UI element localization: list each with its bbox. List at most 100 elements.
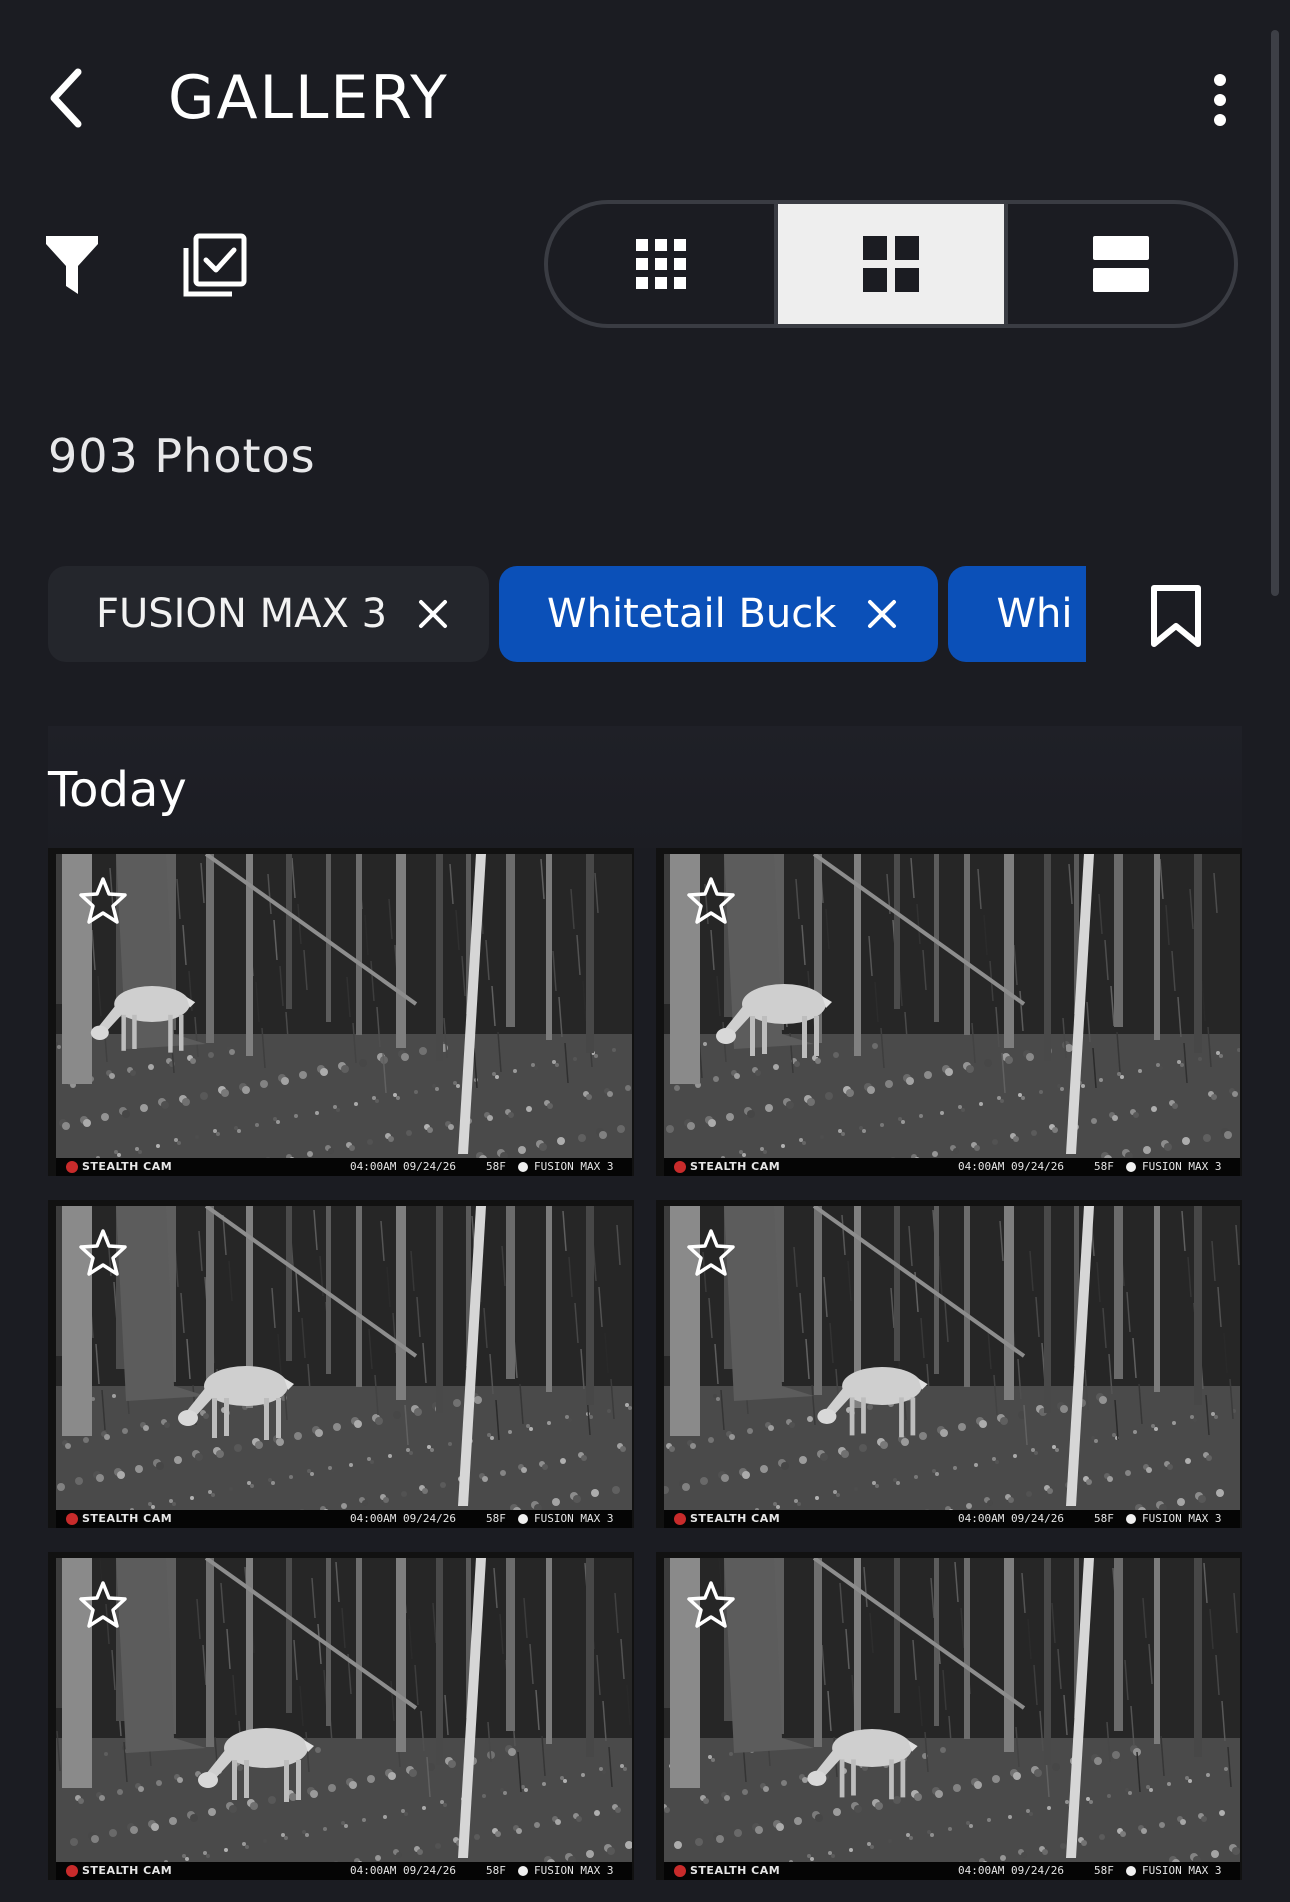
stamp-temperature: 58F	[486, 1160, 506, 1173]
favorite-star-button[interactable]	[686, 1580, 736, 1630]
stamp-camera-model: FUSION MAX 3	[534, 1864, 614, 1877]
photo-thumbnail[interactable]: STEALTH CAM 04:00AM 09/24/26 58F FUSION MAX…	[48, 1200, 634, 1528]
section-title: Today	[48, 762, 187, 818]
moon-phase-icon	[1126, 1866, 1136, 1876]
rows-icon	[1093, 236, 1149, 292]
favorite-star-button[interactable]	[78, 1580, 128, 1630]
trail-cam-image: STEALTH CAM 04:00AM 09/24/26 58F FUSION MAX…	[56, 1206, 632, 1528]
page-title: GALLERY	[168, 63, 449, 133]
chevron-left-icon	[50, 68, 82, 128]
stamp-camera-model: FUSION MAX 3	[534, 1512, 614, 1525]
stealth-cam-logo-icon	[66, 1161, 78, 1173]
grid-2x2-icon	[863, 236, 919, 292]
stamp-datetime: 04:00AM 09/24/26	[958, 1864, 1064, 1877]
bookmark-icon	[1151, 585, 1201, 647]
view-small-grid-button[interactable]	[548, 204, 774, 324]
star-icon	[79, 1229, 127, 1276]
filter-chip-camera[interactable]: FUSION MAX 3	[48, 566, 490, 662]
stamp-brand: STEALTH CAM	[690, 1512, 781, 1525]
trail-cam-image: STEALTH CAM 04:00AM 09/24/26 58F FUSION MAX…	[664, 1558, 1240, 1880]
filter-chip-species-2[interactable]: Whi	[948, 566, 1086, 662]
view-medium-grid-button[interactable]	[774, 204, 1004, 324]
stamp-datetime: 04:00AM 09/24/26	[958, 1160, 1064, 1173]
filter-chips-row[interactable]: FUSION MAX 3 Whitetail Buck Whi	[48, 566, 1086, 662]
stealth-cam-logo-icon	[674, 1513, 686, 1525]
stamp-brand: STEALTH CAM	[82, 1512, 173, 1525]
favorite-star-button[interactable]	[686, 876, 736, 926]
trail-cam-image: STEALTH CAM 04:00AM 09/24/26 58F FUSION MAX…	[56, 1558, 632, 1880]
stamp-temperature: 58F	[1094, 1864, 1114, 1877]
photo-thumbnail[interactable]: STEALTH CAM 04:00AM 09/24/26 58F FUSION MAX…	[48, 1552, 634, 1880]
more-options-button[interactable]	[1190, 60, 1250, 140]
stamp-temperature: 58F	[486, 1512, 506, 1525]
moon-phase-icon	[518, 1162, 528, 1172]
camera-stamp: STEALTH CAM 04:00AM 09/24/26 58F FUSION MAX…	[56, 1158, 632, 1176]
gallery-screen: GALLERY 903 Photos FUSION MAX 3 Whitetai…	[0, 0, 1290, 1902]
moon-phase-icon	[518, 1514, 528, 1524]
star-icon	[687, 1229, 735, 1276]
trail-cam-image: STEALTH CAM 04:00AM 09/24/26 58F FUSION MAX…	[664, 854, 1240, 1176]
stamp-camera-model: FUSION MAX 3	[1142, 1160, 1222, 1173]
filter-chip-species[interactable]: Whitetail Buck	[499, 566, 939, 662]
photo-thumbnail[interactable]: STEALTH CAM 04:00AM 09/24/26 58F FUSION MAX…	[656, 1200, 1242, 1528]
photo-thumbnail[interactable]: STEALTH CAM 04:00AM 09/24/26 58F FUSION MAX…	[48, 848, 634, 1176]
stealth-cam-logo-icon	[66, 1513, 78, 1525]
back-button[interactable]	[36, 58, 96, 138]
stamp-brand: STEALTH CAM	[82, 1160, 173, 1173]
star-icon	[687, 877, 735, 924]
close-icon	[868, 600, 897, 628]
star-icon	[79, 1581, 127, 1628]
save-filter-button[interactable]	[1148, 584, 1204, 648]
photo-count: 903 Photos	[48, 429, 316, 483]
camera-stamp: STEALTH CAM 04:00AM 09/24/26 58F FUSION MAX…	[664, 1862, 1240, 1880]
stamp-brand: STEALTH CAM	[690, 1864, 781, 1877]
star-icon	[79, 877, 127, 924]
favorite-star-button[interactable]	[686, 1228, 736, 1278]
favorite-star-button[interactable]	[78, 876, 128, 926]
stamp-camera-model: FUSION MAX 3	[534, 1160, 614, 1173]
scrollbar[interactable]	[1271, 30, 1279, 596]
grid-3x3-icon	[636, 239, 686, 289]
moon-phase-icon	[518, 1866, 528, 1876]
select-all-icon	[183, 233, 247, 297]
filter-icon	[46, 236, 98, 294]
stealth-cam-logo-icon	[674, 1865, 686, 1877]
stamp-brand: STEALTH CAM	[82, 1864, 173, 1877]
stamp-temperature: 58F	[1094, 1160, 1114, 1173]
stamp-camera-model: FUSION MAX 3	[1142, 1864, 1222, 1877]
stamp-datetime: 04:00AM 09/24/26	[350, 1864, 456, 1877]
section-header-bg	[48, 726, 1242, 848]
stamp-datetime: 04:00AM 09/24/26	[350, 1160, 456, 1173]
chip-label: FUSION MAX 3	[96, 591, 388, 637]
more-vertical-icon	[1214, 74, 1226, 126]
chip-label: Whi	[996, 591, 1073, 637]
remove-chip-button[interactable]	[866, 598, 898, 630]
camera-stamp: STEALTH CAM 04:00AM 09/24/26 58F FUSION MAX…	[664, 1158, 1240, 1176]
view-mode-toggle	[544, 200, 1238, 328]
trail-cam-image: STEALTH CAM 04:00AM 09/24/26 58F FUSION MAX…	[56, 854, 632, 1176]
header-bar: GALLERY	[0, 0, 1290, 200]
camera-stamp: STEALTH CAM 04:00AM 09/24/26 58F FUSION MAX…	[664, 1510, 1240, 1528]
stamp-brand: STEALTH CAM	[690, 1160, 781, 1173]
chip-label: Whitetail Buck	[547, 591, 837, 637]
moon-phase-icon	[1126, 1162, 1136, 1172]
view-list-button[interactable]	[1004, 204, 1234, 324]
close-icon	[419, 600, 448, 628]
filter-button[interactable]	[44, 232, 100, 296]
select-button[interactable]	[182, 232, 248, 298]
remove-chip-button[interactable]	[417, 598, 449, 630]
stamp-temperature: 58F	[486, 1864, 506, 1877]
stamp-datetime: 04:00AM 09/24/26	[350, 1512, 456, 1525]
photo-thumbnail[interactable]: STEALTH CAM 04:00AM 09/24/26 58F FUSION MAX…	[656, 848, 1242, 1176]
favorite-star-button[interactable]	[78, 1228, 128, 1278]
star-icon	[687, 1581, 735, 1628]
stamp-datetime: 04:00AM 09/24/26	[958, 1512, 1064, 1525]
camera-stamp: STEALTH CAM 04:00AM 09/24/26 58F FUSION MAX…	[56, 1510, 632, 1528]
camera-stamp: STEALTH CAM 04:00AM 09/24/26 58F FUSION MAX…	[56, 1862, 632, 1880]
stamp-temperature: 58F	[1094, 1512, 1114, 1525]
moon-phase-icon	[1126, 1514, 1136, 1524]
trail-cam-image: STEALTH CAM 04:00AM 09/24/26 58F FUSION MAX…	[664, 1206, 1240, 1528]
stealth-cam-logo-icon	[674, 1161, 686, 1173]
photo-thumbnail[interactable]: STEALTH CAM 04:00AM 09/24/26 58F FUSION MAX…	[656, 1552, 1242, 1880]
stealth-cam-logo-icon	[66, 1865, 78, 1877]
